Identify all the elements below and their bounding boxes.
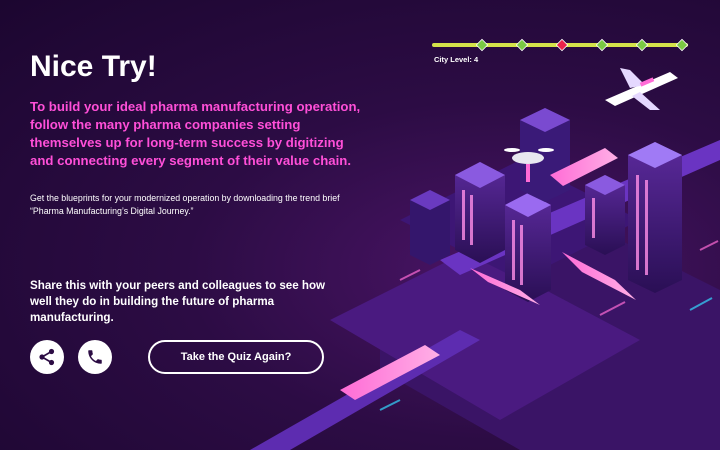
phone-button[interactable] — [78, 340, 112, 374]
retake-quiz-button[interactable]: Take the Quiz Again? — [148, 340, 324, 374]
building — [410, 190, 450, 265]
level-marker — [475, 38, 489, 52]
result-message: To build your ideal pharma manufacturing… — [30, 99, 361, 168]
result-screen: City Level: 4 Nice Try! To build your id… — [0, 0, 720, 450]
page-title: Nice Try! — [30, 50, 157, 83]
city-level-track — [432, 38, 689, 52]
share-button[interactable] — [30, 340, 64, 374]
city-level-label: City Level: 4 — [434, 55, 479, 64]
level-marker — [675, 38, 689, 52]
phone-icon — [88, 350, 102, 364]
share-prompt: Share this with your peers and colleague… — [30, 279, 326, 324]
level-marker — [515, 38, 529, 52]
airplane — [605, 68, 678, 110]
download-prompt: Get the blueprints for your modernized o… — [30, 193, 340, 216]
level-marker — [595, 38, 609, 52]
level-marker — [635, 38, 649, 52]
result-panel: Nice Try! To build your ideal pharma man… — [30, 50, 370, 218]
share-icon — [39, 348, 55, 366]
building — [585, 175, 625, 255]
level-marker — [555, 38, 569, 52]
building — [505, 193, 551, 302]
